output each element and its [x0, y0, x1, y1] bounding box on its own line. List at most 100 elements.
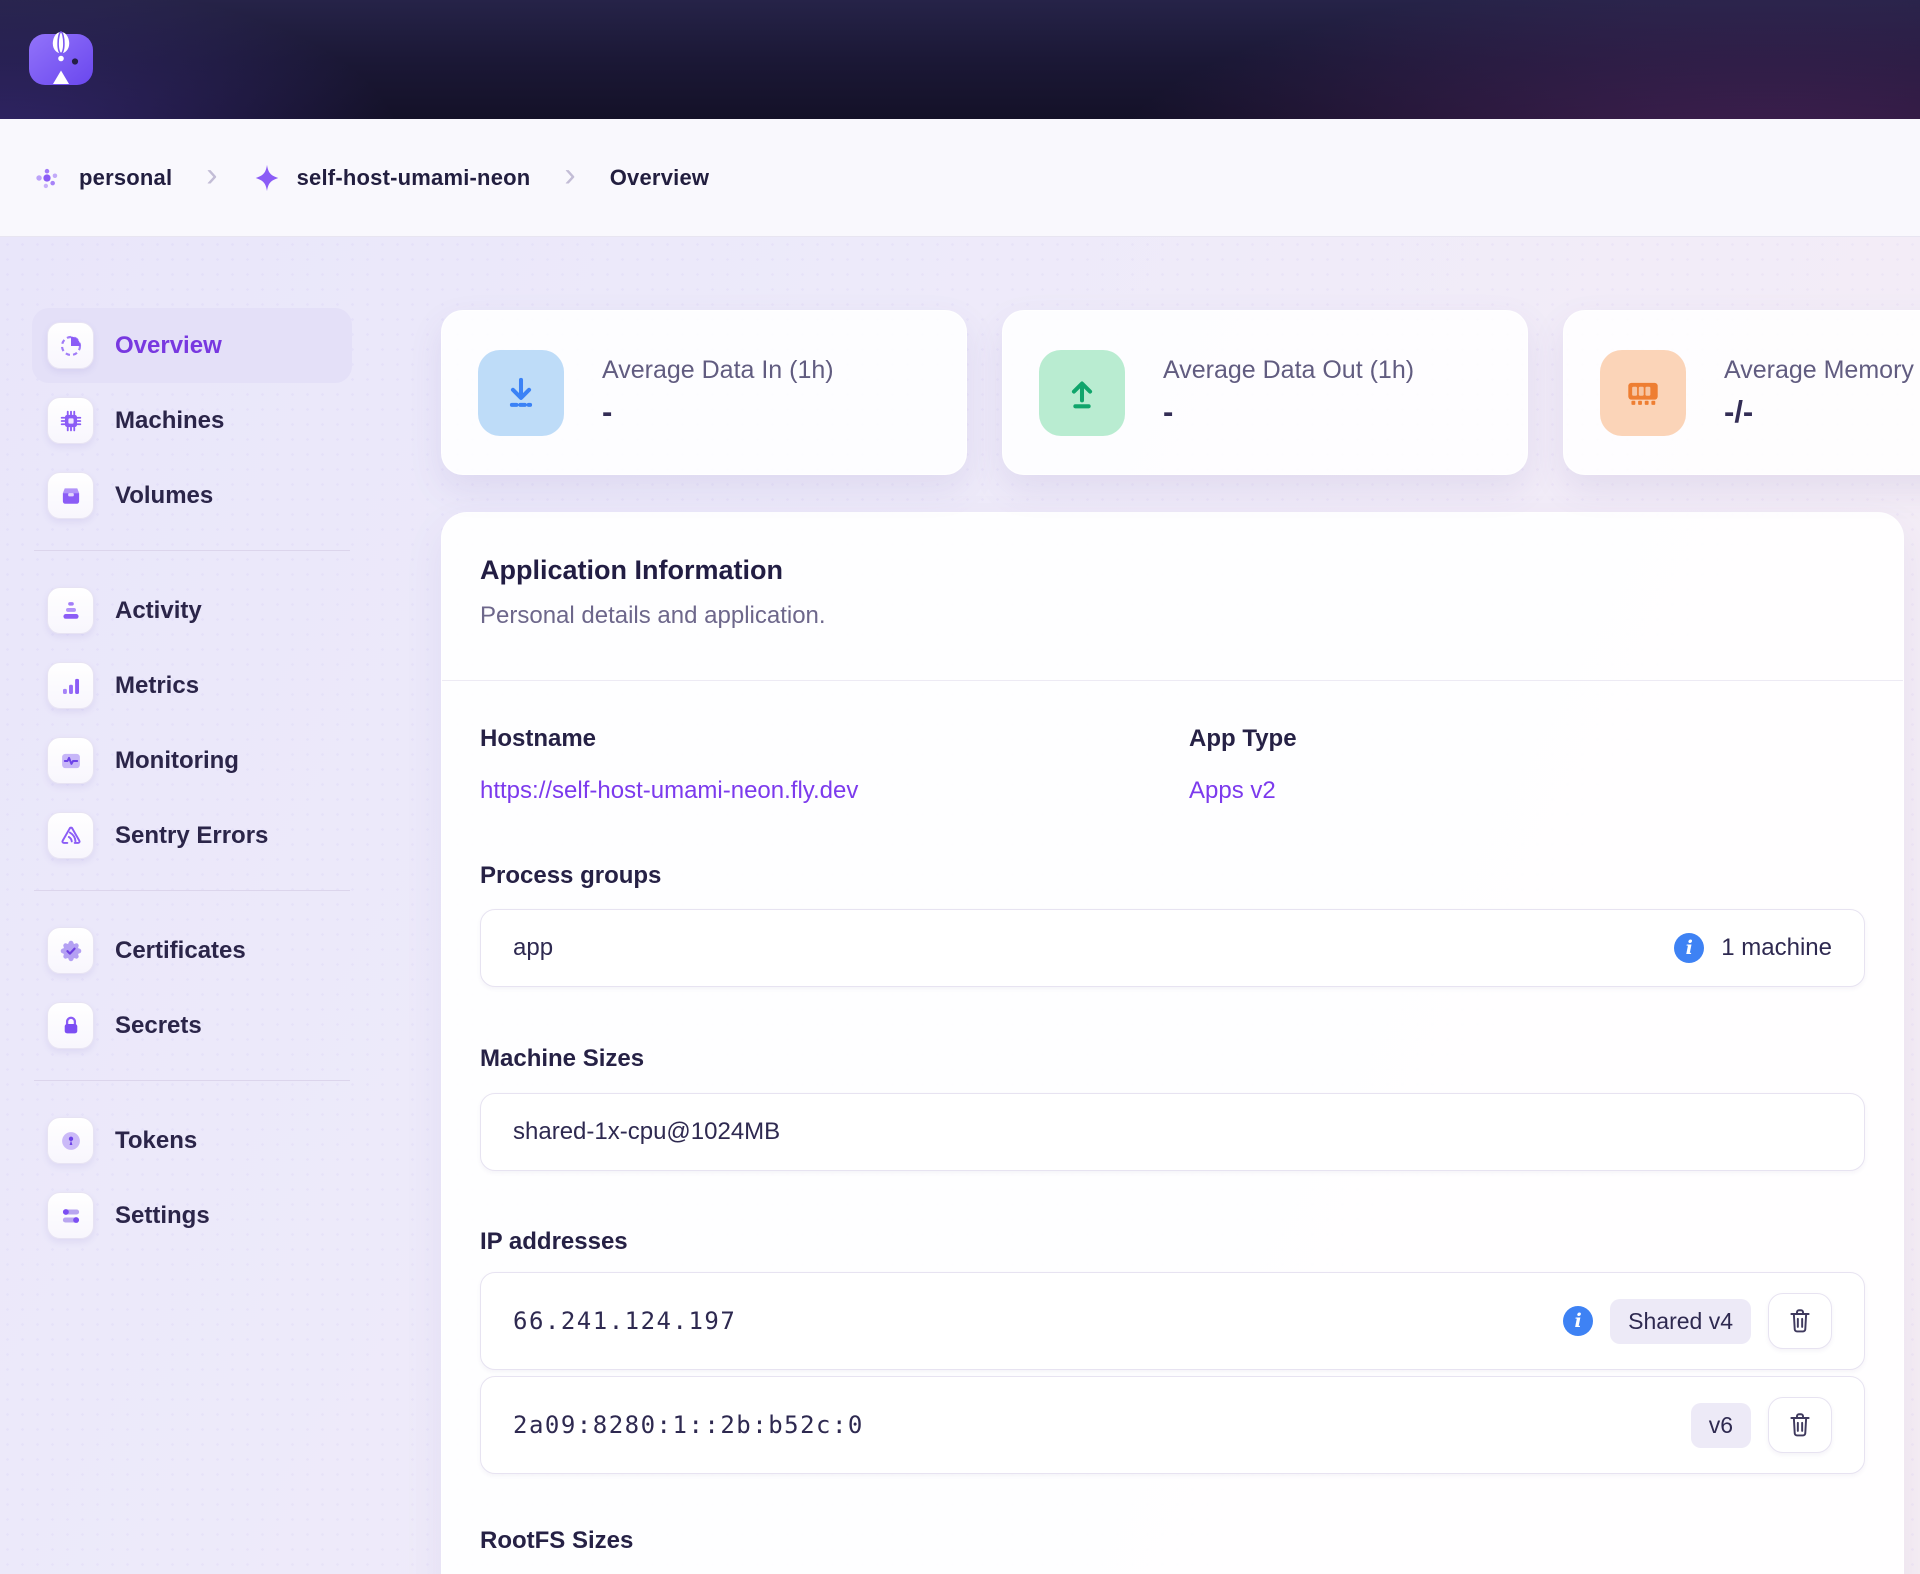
sparkle-icon	[252, 163, 282, 193]
ip-row-actions: v6	[1691, 1397, 1832, 1453]
sidebar-item-label: Metrics	[115, 672, 199, 700]
sidebar-item-settings[interactable]: Settings	[32, 1178, 352, 1253]
stat-card-data-out: Average Data Out (1h) -	[1002, 310, 1528, 475]
sidebar-item-certificates[interactable]: Certificates	[32, 913, 352, 988]
sidebar-item-label: Settings	[115, 1202, 210, 1230]
app-type-label: App Type	[1189, 725, 1865, 753]
box-icon	[47, 472, 94, 519]
delete-ip-button[interactable]	[1768, 1397, 1832, 1453]
memory-icon	[1600, 350, 1686, 436]
hostname-field: Hostname https://self-host-umami-neon.fl…	[480, 725, 1189, 805]
info-icon[interactable]: i	[1674, 933, 1704, 963]
sidebar-item-monitoring[interactable]: Monitoring	[32, 723, 352, 798]
sidebar-item-metrics[interactable]: Metrics	[32, 648, 352, 723]
lock-icon	[47, 1002, 94, 1049]
sidebar-item-tokens[interactable]: Tokens	[32, 1103, 352, 1178]
chevron-right-icon: ›	[564, 158, 575, 198]
card-title: Application Information	[480, 555, 1865, 586]
card-header: Application Information Personal details…	[442, 513, 1903, 630]
breadcrumb: personal › self-host-umami-neon › Overvi…	[0, 119, 1920, 237]
hostname-apptype-grid: Hostname https://self-host-umami-neon.fl…	[480, 725, 1865, 805]
keyhole-icon	[47, 1117, 94, 1164]
application-information-card: Application Information Personal details…	[441, 512, 1904, 1574]
sidebar-divider	[34, 890, 350, 891]
stat-card-memory: Average Memory -/-	[1563, 310, 1920, 475]
app-header	[0, 0, 1920, 119]
app-type-link[interactable]: Apps v2	[1189, 777, 1276, 805]
overview-pie-icon	[47, 322, 94, 369]
breadcrumb-app[interactable]: self-host-umami-neon	[252, 163, 531, 193]
stat-card-data-in: Average Data In (1h) -	[441, 310, 967, 475]
sidebar-item-volumes[interactable]: Volumes	[32, 458, 352, 533]
stat-value: -/-	[1724, 394, 1914, 430]
fly-logo[interactable]	[28, 27, 94, 89]
ip-address-value: 66.241.124.197	[513, 1307, 736, 1335]
machine-size-row: shared-1x-cpu@1024MB	[480, 1093, 1865, 1171]
sidebar-item-sentry-errors[interactable]: Sentry Errors	[32, 798, 352, 873]
delete-ip-button[interactable]	[1768, 1293, 1832, 1349]
hostname-label: Hostname	[480, 725, 1189, 753]
card-subtitle: Personal details and application.	[480, 602, 1865, 630]
sidebar-item-label: Machines	[115, 407, 224, 435]
chevron-right-icon: ›	[206, 158, 217, 198]
hostname-link[interactable]: https://self-host-umami-neon.fly.dev	[480, 777, 858, 805]
ip-row-actions: i Shared v4	[1563, 1293, 1832, 1349]
sidebar-divider	[34, 550, 350, 551]
sidebar-divider	[34, 1080, 350, 1081]
stat-value: -	[602, 394, 834, 430]
main-content: Average Data In (1h) - Average Data Out …	[441, 310, 1920, 1574]
upload-icon	[1039, 350, 1125, 436]
bar-chart-icon	[47, 662, 94, 709]
toggles-icon	[47, 1192, 94, 1239]
sidebar-item-label: Activity	[115, 597, 202, 625]
breadcrumb-overview-label: Overview	[610, 165, 709, 191]
process-group-name: app	[513, 934, 553, 962]
sidebar-item-label: Sentry Errors	[115, 822, 268, 850]
ip-address-row: 2a09:8280:1::2b:b52c:0 v6	[480, 1376, 1865, 1474]
ip-addresses-label: IP addresses	[480, 1228, 1865, 1256]
stat-label: Average Data In (1h)	[602, 356, 834, 385]
sidebar-item-label: Overview	[115, 332, 222, 360]
sidebar-item-activity[interactable]: Activity	[32, 573, 352, 648]
breadcrumb-org-label: personal	[79, 165, 172, 191]
sidebar-item-label: Monitoring	[115, 747, 239, 775]
stat-label: Average Memory	[1724, 356, 1914, 385]
cpu-icon	[47, 397, 94, 444]
stats-row: Average Data In (1h) - Average Data Out …	[441, 310, 1920, 475]
sidebar-item-label: Volumes	[115, 482, 213, 510]
ip-version-badge: v6	[1691, 1403, 1751, 1448]
app-type-field: App Type Apps v2	[1189, 725, 1865, 805]
sidebar-item-label: Tokens	[115, 1127, 197, 1155]
breadcrumb-overview[interactable]: Overview	[610, 165, 709, 191]
org-dots-icon	[30, 161, 64, 195]
breadcrumb-app-label: self-host-umami-neon	[297, 165, 531, 191]
sidebar: Overview Machines	[32, 308, 352, 1253]
process-group-row: app i 1 machine	[480, 909, 1865, 987]
breadcrumb-org[interactable]: personal	[30, 161, 172, 195]
stat-text: Average Memory -/-	[1724, 356, 1914, 430]
sidebar-item-label: Certificates	[115, 937, 246, 965]
sidebar-item-overview[interactable]: Overview	[32, 308, 352, 383]
ip-version-badge: Shared v4	[1610, 1299, 1751, 1344]
machine-sizes-label: Machine Sizes	[480, 1045, 1865, 1073]
badge-check-icon	[47, 927, 94, 974]
stat-label: Average Data Out (1h)	[1163, 356, 1414, 385]
activity-stack-icon	[47, 587, 94, 634]
download-icon	[478, 350, 564, 436]
rootfs-sizes-label: RootFS Sizes	[480, 1527, 1865, 1555]
machine-count: 1 machine	[1721, 934, 1832, 962]
sidebar-item-machines[interactable]: Machines	[32, 383, 352, 458]
card-divider	[442, 680, 1903, 681]
process-group-meta: i 1 machine	[1674, 933, 1832, 963]
ip-address-row: 66.241.124.197 i Shared v4	[480, 1272, 1865, 1370]
sidebar-item-secrets[interactable]: Secrets	[32, 988, 352, 1063]
process-groups-label: Process groups	[480, 862, 1865, 890]
stat-text: Average Data Out (1h) -	[1163, 356, 1414, 430]
card-body: Hostname https://self-host-umami-neon.fl…	[442, 725, 1903, 1574]
pulse-icon	[47, 737, 94, 784]
stat-text: Average Data In (1h) -	[602, 356, 834, 430]
ip-address-value: 2a09:8280:1::2b:b52c:0	[513, 1411, 864, 1439]
sidebar-item-label: Secrets	[115, 1012, 202, 1040]
stat-value: -	[1163, 394, 1414, 430]
info-icon[interactable]: i	[1563, 1306, 1593, 1336]
